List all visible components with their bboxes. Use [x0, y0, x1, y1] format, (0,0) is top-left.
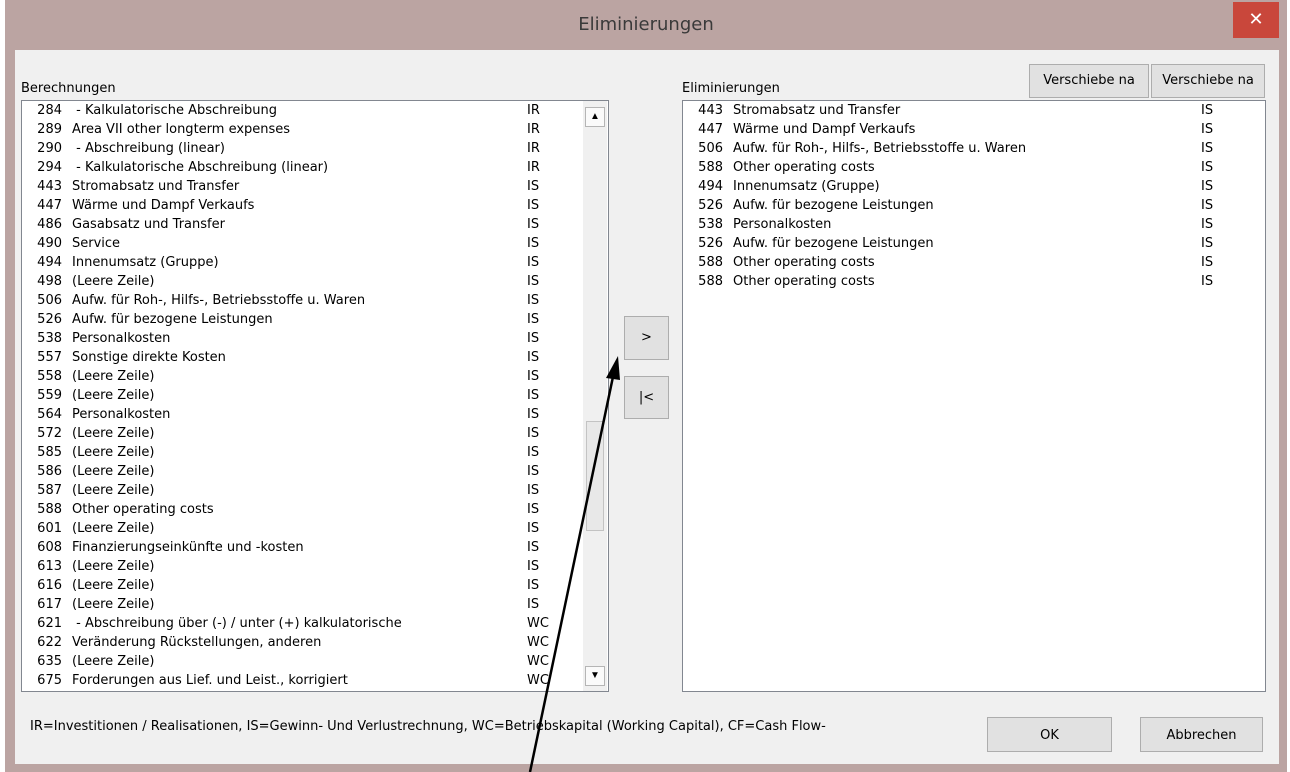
annotation-arrow-icon — [528, 356, 620, 772]
